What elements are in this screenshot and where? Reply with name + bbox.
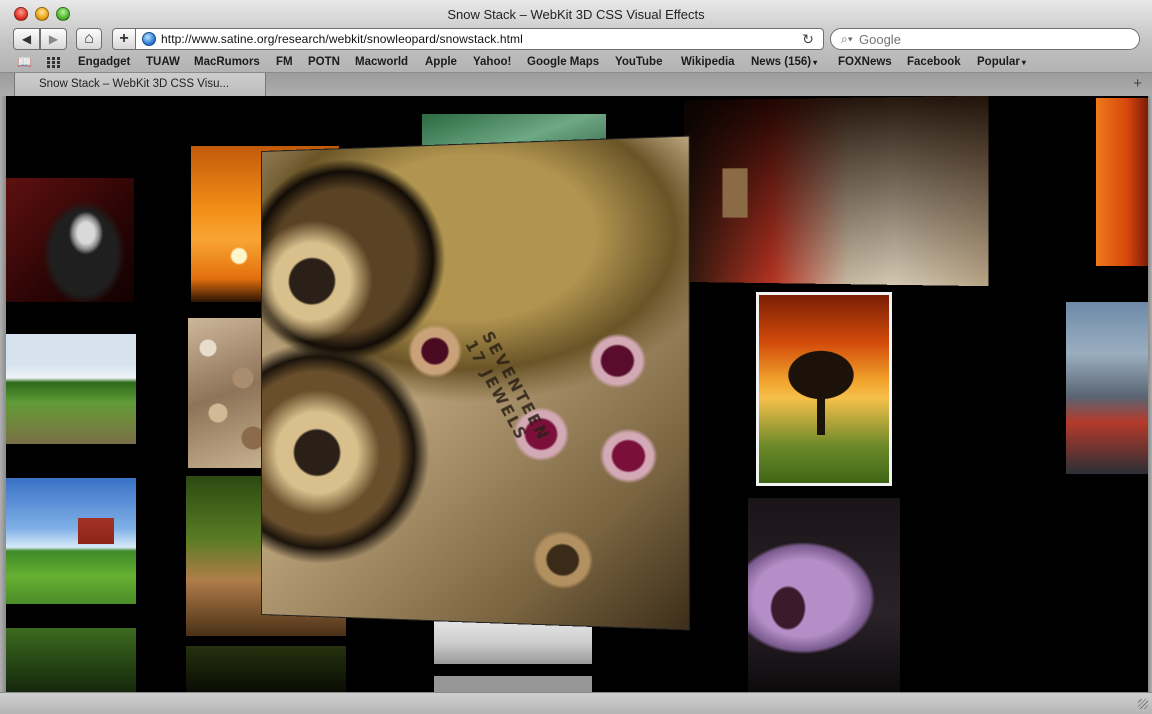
resize-grip-icon[interactable] bbox=[1138, 699, 1148, 709]
title-bar[interactable]: Snow Stack – WebKit 3D CSS Visual Effect… bbox=[0, 0, 1152, 28]
photo-reflection-white bbox=[434, 676, 592, 692]
back-arrow-icon: ◀ bbox=[21, 32, 32, 46]
back-button[interactable]: ◀ bbox=[13, 28, 40, 50]
photo-thumbnail-danbo[interactable] bbox=[684, 96, 989, 287]
reading-list-icon[interactable]: 📖 bbox=[17, 55, 32, 69]
new-tab-button[interactable]: + bbox=[1133, 75, 1142, 92]
bookmarks-bar: 📖 Engadget TUAW MacRumors FM POTN Macwor… bbox=[0, 54, 1152, 72]
search-icon[interactable]: ⌕▾ bbox=[841, 32, 859, 47]
photo-thumbnail-red-house[interactable] bbox=[6, 478, 136, 604]
bookmark-google-maps[interactable]: Google Maps bbox=[527, 56, 599, 68]
forward-button[interactable]: ▶ bbox=[40, 28, 67, 50]
bookmark-macworld[interactable]: Macworld bbox=[355, 56, 408, 68]
bookmark-foxnews[interactable]: FOXNews bbox=[838, 56, 892, 68]
address-field[interactable]: http://www.satine.org/research/webkit/sn… bbox=[136, 28, 824, 50]
reload-icon[interactable]: ↻ bbox=[799, 31, 817, 48]
tab-snow-stack[interactable]: Snow Stack – WebKit 3D CSS Visu... bbox=[14, 73, 266, 96]
top-sites-grid-icon[interactable] bbox=[47, 57, 61, 68]
watch-engraving: SEVENTEEN 17 JEWELS bbox=[461, 328, 553, 453]
bookmark-folder-news[interactable]: News (156) ▾ bbox=[751, 56, 817, 68]
home-button[interactable]: ⌂ bbox=[76, 28, 102, 50]
browser-window: Snow Stack – WebKit 3D CSS Visual Effect… bbox=[0, 0, 1152, 714]
chevron-down-icon: ▾ bbox=[1021, 58, 1026, 67]
bookmark-yahoo[interactable]: Yahoo! bbox=[473, 56, 511, 68]
search-input[interactable] bbox=[859, 31, 1119, 47]
bookmark-facebook[interactable]: Facebook bbox=[907, 56, 961, 68]
url-text[interactable]: http://www.satine.org/research/webkit/sn… bbox=[161, 32, 799, 46]
photo-selected-watch-movement[interactable]: SEVENTEEN 17 JEWELS bbox=[262, 136, 689, 630]
bookmark-engadget[interactable]: Engadget bbox=[78, 56, 130, 68]
bookmark-tuaw[interactable]: TUAW bbox=[146, 56, 180, 68]
photo-thumbnail-pebbles[interactable] bbox=[188, 318, 270, 468]
bookmark-wikipedia[interactable]: Wikipedia bbox=[681, 56, 735, 68]
photo-thumbnail-field[interactable] bbox=[6, 334, 136, 444]
bookmark-fm[interactable]: FM bbox=[276, 56, 293, 68]
snow-stack-photo-wall[interactable]: SEVENTEEN 17 JEWELS bbox=[6, 96, 1148, 692]
photo-thumbnail-bottom-left[interactable] bbox=[6, 628, 136, 692]
bookmark-potn[interactable]: POTN bbox=[308, 56, 340, 68]
bookmark-apple[interactable]: Apple bbox=[425, 56, 457, 68]
photo-thumbnail-city[interactable] bbox=[1066, 302, 1148, 474]
photo-thumbnail-mask[interactable] bbox=[6, 178, 134, 302]
forward-arrow-icon: ▶ bbox=[48, 32, 59, 46]
plus-icon: + bbox=[119, 30, 129, 47]
photo-thumbnail-tree[interactable] bbox=[756, 292, 892, 486]
photo-thumbnail-orange[interactable] bbox=[1096, 98, 1148, 266]
window-title: Snow Stack – WebKit 3D CSS Visual Effect… bbox=[447, 7, 705, 22]
home-icon: ⌂ bbox=[84, 30, 94, 47]
status-bar bbox=[0, 692, 1152, 714]
bookmark-youtube[interactable]: YouTube bbox=[615, 56, 662, 68]
tab-bar: Snow Stack – WebKit 3D CSS Visu... + bbox=[0, 72, 1152, 96]
bookmark-folder-popular-label: Popular bbox=[977, 56, 1020, 68]
photo-thumbnail-flower[interactable] bbox=[748, 498, 900, 692]
search-field[interactable]: ⌕▾ bbox=[830, 28, 1140, 50]
bookmark-folder-news-label: News (156) bbox=[751, 56, 812, 68]
toolbar: ◀ ▶ ⌂ + http://www.satine.org/research/w… bbox=[0, 28, 1152, 54]
add-bookmark-button[interactable]: + bbox=[112, 28, 136, 50]
chevron-down-icon: ▾ bbox=[813, 58, 818, 67]
globe-icon bbox=[142, 32, 156, 46]
photo-reflection bbox=[186, 646, 346, 692]
bookmark-folder-popular[interactable]: Popular ▾ bbox=[977, 56, 1026, 68]
window-edge-right bbox=[1148, 96, 1152, 692]
bookmark-macrumors[interactable]: MacRumors bbox=[194, 56, 260, 68]
